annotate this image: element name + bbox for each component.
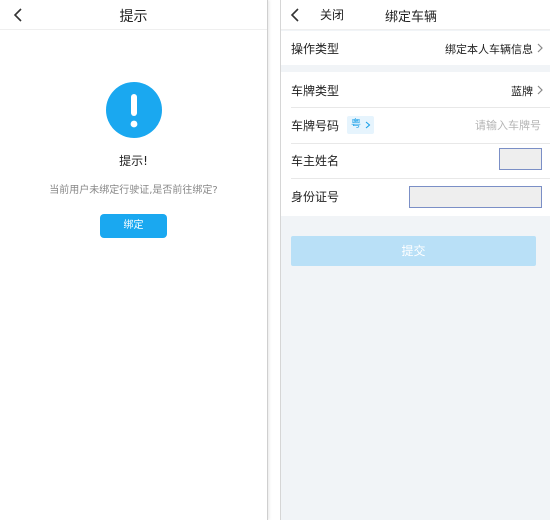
id-number-input[interactable]: [409, 186, 542, 208]
chevron-right-icon: [537, 85, 543, 95]
divider: [291, 143, 550, 144]
page-title: 绑定车辆: [384, 10, 437, 25]
province-value: 粤: [351, 119, 361, 130]
bind-vehicle-header: 关闭 绑定车辆: [281, 0, 550, 30]
bind-button[interactable]: 绑定: [100, 214, 167, 238]
province-selector[interactable]: 粤: [347, 116, 374, 134]
bind-prompt-screen: 提示 提示! 当前用户未绑定行驶证,是否前往绑定? 绑定: [0, 0, 268, 520]
page-title: 提示: [119, 9, 148, 25]
plate-type-value[interactable]: 蓝牌: [511, 83, 533, 99]
operation-type-row[interactable]: 操作类型 绑定本人车辆信息: [281, 31, 550, 65]
bind-vehicle-screen: 关闭 绑定车辆 操作类型 绑定本人车辆信息 车牌类型 蓝牌 车牌号码 粤 请输入…: [280, 0, 550, 520]
owner-name-input[interactable]: [499, 148, 542, 170]
vehicle-details-group: 车牌类型 蓝牌 车牌号码 粤 车主姓名 身份证号: [281, 72, 550, 216]
exclamation-circle-icon: [106, 82, 162, 138]
plate-number-input[interactable]: [399, 108, 541, 142]
plate-number-row: 车牌号码 粤: [281, 108, 550, 142]
operation-type-label: 操作类型: [291, 42, 340, 56]
plate-number-label: 车牌号码: [291, 119, 340, 133]
prompt-message: 当前用户未绑定行驶证,是否前往绑定?: [49, 185, 218, 196]
prompt-header: 提示: [0, 0, 267, 30]
submit-button[interactable]: 提交: [291, 236, 536, 266]
owner-name-label: 车主姓名: [291, 154, 340, 168]
id-number-label: 身份证号: [291, 190, 340, 204]
operation-type-value: 绑定本人车辆信息: [445, 43, 533, 56]
chevron-right-icon: [365, 121, 371, 129]
chevron-right-icon: [537, 43, 543, 53]
plate-type-label: 车牌类型: [291, 84, 340, 98]
divider: [291, 178, 550, 179]
prompt-heading: 提示!: [119, 154, 148, 168]
